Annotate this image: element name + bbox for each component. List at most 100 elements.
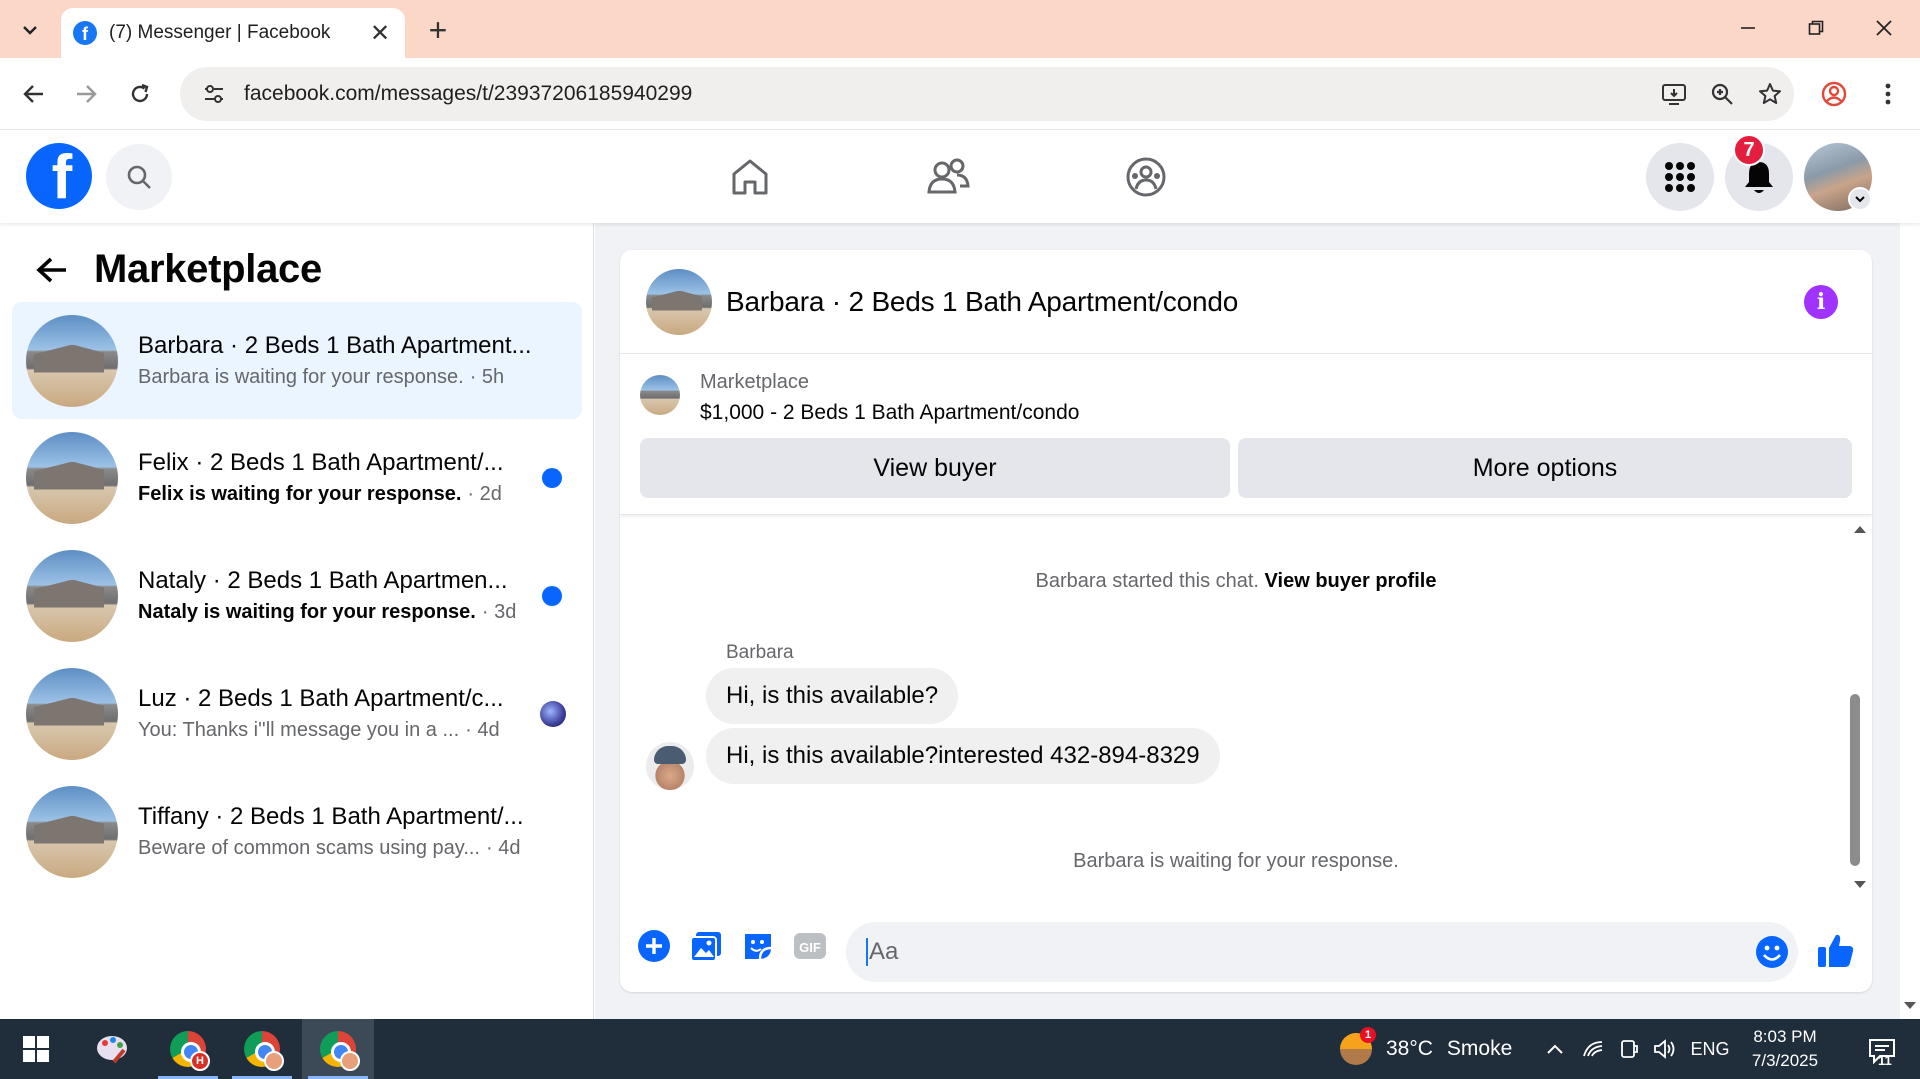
listing-price-title[interactable]: $1,000 - 2 Beds 1 Bath Apartment/condo bbox=[700, 401, 1079, 425]
more-options-button[interactable]: More options bbox=[1238, 438, 1852, 498]
browser-menu-button[interactable] bbox=[1866, 72, 1910, 116]
emoji-button[interactable] bbox=[1750, 930, 1794, 974]
account-chevron-button[interactable] bbox=[1848, 187, 1872, 211]
listing-thumbnail bbox=[26, 314, 118, 407]
text-caret bbox=[866, 938, 868, 966]
list-item[interactable]: Nataly · 2 Beds 1 Bath Apartmen... Natal… bbox=[12, 537, 582, 654]
more-vert-icon bbox=[1885, 83, 1891, 105]
account-circle-icon bbox=[1821, 81, 1847, 107]
restore-icon bbox=[1808, 20, 1824, 35]
windows-icon bbox=[23, 1036, 49, 1062]
arrow-left-icon bbox=[36, 257, 66, 282]
new-tab-button[interactable]: + bbox=[420, 12, 456, 49]
message-input[interactable]: Aa bbox=[846, 922, 1798, 982]
sticker-button[interactable] bbox=[736, 924, 780, 968]
system-clock[interactable]: 8:03 PM 7/3/2025 bbox=[1730, 1025, 1840, 1073]
conversation-preview: Felix is waiting for your response. bbox=[138, 482, 462, 505]
chrome-profile-badge: H bbox=[190, 1051, 210, 1071]
notification-count: 11 bbox=[1878, 1053, 1892, 1068]
notification-count-badge: 7 bbox=[1733, 134, 1765, 166]
language-indicator[interactable]: ENG bbox=[1688, 1019, 1732, 1079]
conversation-name: Felix · 2 Beds 1 Bath Apartment/... bbox=[138, 448, 504, 476]
speaker-icon bbox=[1654, 1039, 1675, 1059]
listing-thumbnail[interactable] bbox=[640, 375, 680, 415]
scrollbar-thumb[interactable] bbox=[1850, 694, 1860, 866]
page-scrollbar[interactable] bbox=[1900, 131, 1920, 1019]
arrow-right-icon bbox=[77, 85, 97, 103]
conversation-name: Tiffany · 2 Beds 1 Bath Apartment/... bbox=[138, 802, 524, 830]
unread-indicator bbox=[542, 467, 562, 488]
clock-time: 8:03 PM bbox=[1753, 1027, 1817, 1046]
info-icon[interactable]: i bbox=[1804, 285, 1838, 319]
plus-circle-icon bbox=[638, 930, 670, 962]
view-buyer-button[interactable]: View buyer bbox=[640, 438, 1230, 498]
nav-friends[interactable] bbox=[918, 149, 978, 205]
install-app-button[interactable] bbox=[1650, 70, 1698, 118]
back-button[interactable] bbox=[12, 72, 56, 116]
list-item[interactable]: Tiffany · 2 Beds 1 Bath Apartment/... Be… bbox=[12, 773, 582, 890]
start-button[interactable] bbox=[0, 1019, 72, 1079]
message-bubble[interactable]: Hi, is this available?interested 432-894… bbox=[706, 728, 1220, 784]
tab-search-button[interactable] bbox=[10, 10, 50, 50]
message-composer: GIF Aa bbox=[620, 900, 1872, 992]
chevron-down-icon bbox=[23, 26, 37, 35]
list-item[interactable]: Barbara · 2 Beds 1 Bath Apartment... Bar… bbox=[12, 302, 582, 419]
taskbar-chrome-2[interactable] bbox=[226, 1019, 298, 1079]
chevron-up-icon bbox=[1547, 1044, 1563, 1054]
minimize-button[interactable] bbox=[1718, 8, 1778, 48]
sender-avatar[interactable] bbox=[646, 742, 694, 790]
weather-icon: 1 bbox=[1340, 1027, 1376, 1065]
facebook-search-button[interactable] bbox=[106, 144, 172, 210]
more-actions-button[interactable] bbox=[632, 924, 676, 968]
gif-button[interactable]: GIF bbox=[788, 924, 832, 968]
url-text[interactable]: facebook.com/messages/t/2393720618594029… bbox=[244, 82, 1650, 106]
site-info-button[interactable] bbox=[188, 83, 240, 105]
arrow-left-icon bbox=[23, 85, 43, 103]
chat-window: Barbara · 2 Beds 1 Bath Apartment/condo … bbox=[620, 250, 1872, 992]
back-to-chats-button[interactable] bbox=[30, 248, 74, 292]
view-buyer-profile-link[interactable]: View buyer profile bbox=[1265, 570, 1437, 592]
like-button[interactable] bbox=[1814, 928, 1858, 972]
browser-profile-button[interactable] bbox=[1812, 72, 1856, 116]
taskbar-app-paint[interactable] bbox=[76, 1019, 148, 1079]
attach-photo-button[interactable] bbox=[684, 924, 728, 968]
thumbs-up-icon bbox=[1818, 934, 1854, 967]
tab-close-icon[interactable]: ✕ bbox=[367, 19, 393, 48]
svg-text:GIF: GIF bbox=[799, 940, 821, 955]
chevron-down-icon bbox=[1855, 196, 1865, 203]
listing-card: Marketplace $1,000 - 2 Beds 1 Bath Apart… bbox=[620, 355, 1872, 515]
listing-thumbnail bbox=[26, 667, 118, 760]
reload-icon bbox=[131, 83, 149, 103]
chat-avatar[interactable] bbox=[646, 268, 712, 335]
groups-icon bbox=[1126, 157, 1166, 197]
chat-title[interactable]: Barbara · 2 Beds 1 Bath Apartment/condo bbox=[726, 286, 1238, 318]
chat-started-notice: Barbara started this chat. View buyer pr… bbox=[620, 570, 1852, 593]
list-item[interactable]: Luz · 2 Beds 1 Bath Apartment/c... You: … bbox=[12, 655, 582, 772]
grid-menu-icon bbox=[1665, 162, 1695, 192]
network-button[interactable] bbox=[1578, 1019, 1608, 1079]
bookmark-button[interactable] bbox=[1746, 70, 1794, 118]
restore-button[interactable] bbox=[1786, 8, 1846, 48]
reload-button[interactable] bbox=[118, 72, 162, 116]
close-window-button[interactable] bbox=[1854, 8, 1914, 48]
show-hidden-icons-button[interactable] bbox=[1540, 1019, 1570, 1079]
address-bar[interactable]: facebook.com/messages/t/2393720618594029… bbox=[180, 67, 1794, 121]
forward-button[interactable] bbox=[64, 72, 108, 116]
meet-now-button[interactable] bbox=[1614, 1019, 1644, 1079]
message-bubble[interactable]: Hi, is this available? bbox=[706, 668, 959, 724]
nav-home[interactable] bbox=[720, 149, 780, 205]
list-item[interactable]: Felix · 2 Beds 1 Bath Apartment/... Feli… bbox=[12, 419, 582, 536]
volume-button[interactable] bbox=[1648, 1019, 1682, 1079]
message-input-placeholder: Aa bbox=[869, 938, 899, 965]
search-icon bbox=[127, 165, 151, 189]
taskbar-chrome-h[interactable]: H bbox=[152, 1019, 224, 1079]
menu-button[interactable] bbox=[1646, 143, 1714, 211]
browser-tab-active[interactable]: f (7) Messenger | Facebook ✕ bbox=[61, 8, 405, 58]
nav-groups[interactable] bbox=[1116, 149, 1176, 205]
zoom-button[interactable] bbox=[1698, 70, 1746, 118]
gif-icon: GIF bbox=[794, 933, 826, 959]
taskbar-chrome-active[interactable] bbox=[302, 1019, 374, 1079]
page-title: Marketplace bbox=[94, 247, 322, 291]
weather-widget[interactable]: 1 38°C Smoke bbox=[1340, 1019, 1512, 1079]
facebook-logo[interactable]: f bbox=[26, 143, 92, 209]
